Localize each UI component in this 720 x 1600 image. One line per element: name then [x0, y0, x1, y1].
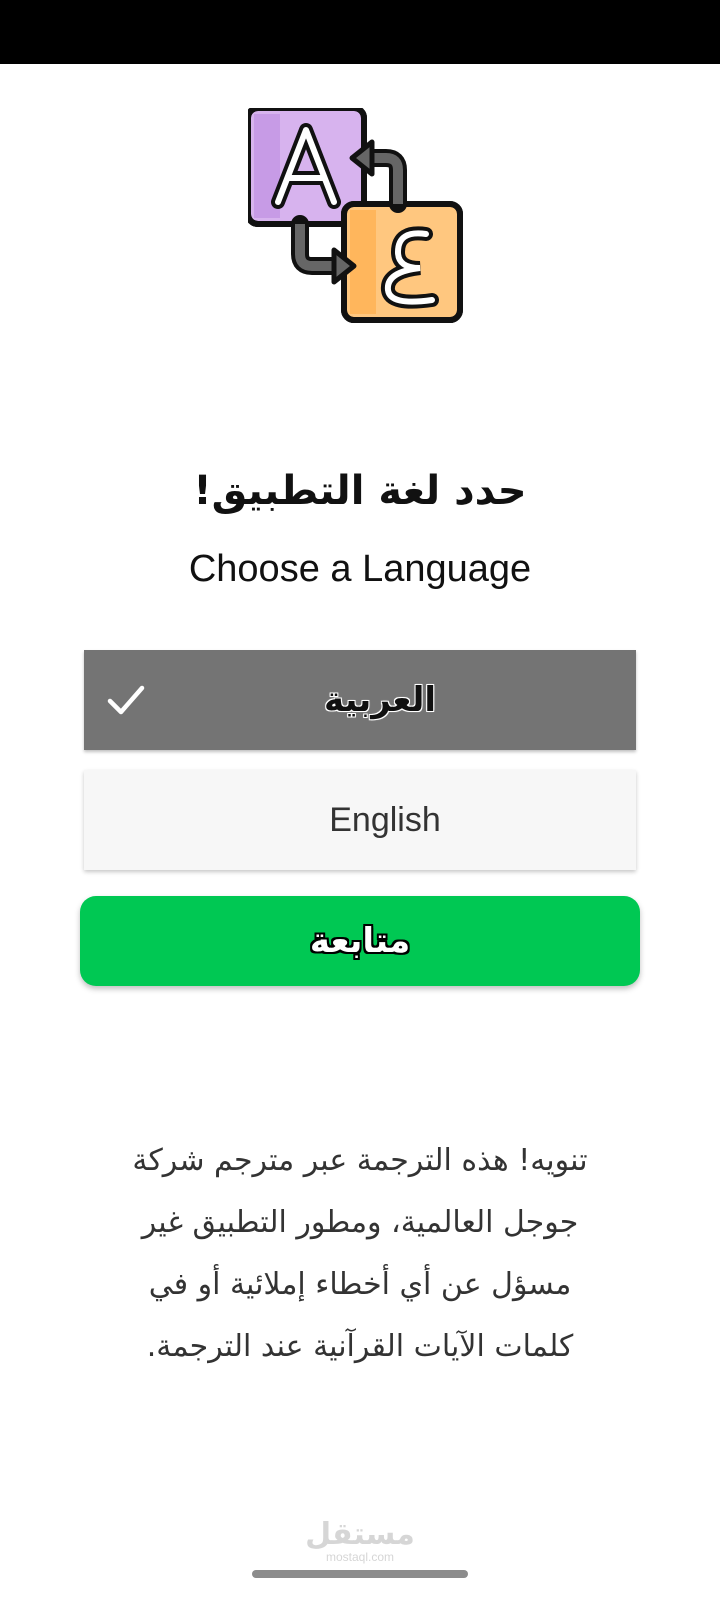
watermark-arabic: مستقل	[305, 1517, 415, 1552]
language-option-label: English	[329, 800, 441, 839]
language-option-english[interactable]: English	[84, 770, 636, 870]
watermark: مستقل mostaql.com	[290, 1517, 430, 1565]
continue-button-label: متابعة	[309, 921, 411, 961]
continue-button[interactable]: متابعة	[80, 896, 640, 986]
watermark-english: mostaql.com	[325, 1550, 395, 1564]
page-title-english: Choose a Language	[188, 548, 532, 590]
translation-disclaimer: تنويه! هذه الترجمة عبر مترجم شركة جوجل ا…	[132, 1143, 588, 1364]
language-option-arabic[interactable]: العربية	[84, 650, 636, 750]
home-indicator[interactable]	[252, 1570, 468, 1578]
language-option-label: العربية	[323, 680, 437, 720]
checkmark-icon	[107, 685, 145, 715]
status-bar	[0, 0, 720, 64]
translate-logo-icon	[248, 108, 463, 323]
page-title-arabic: حدد لغة التطبيق!	[193, 468, 527, 514]
